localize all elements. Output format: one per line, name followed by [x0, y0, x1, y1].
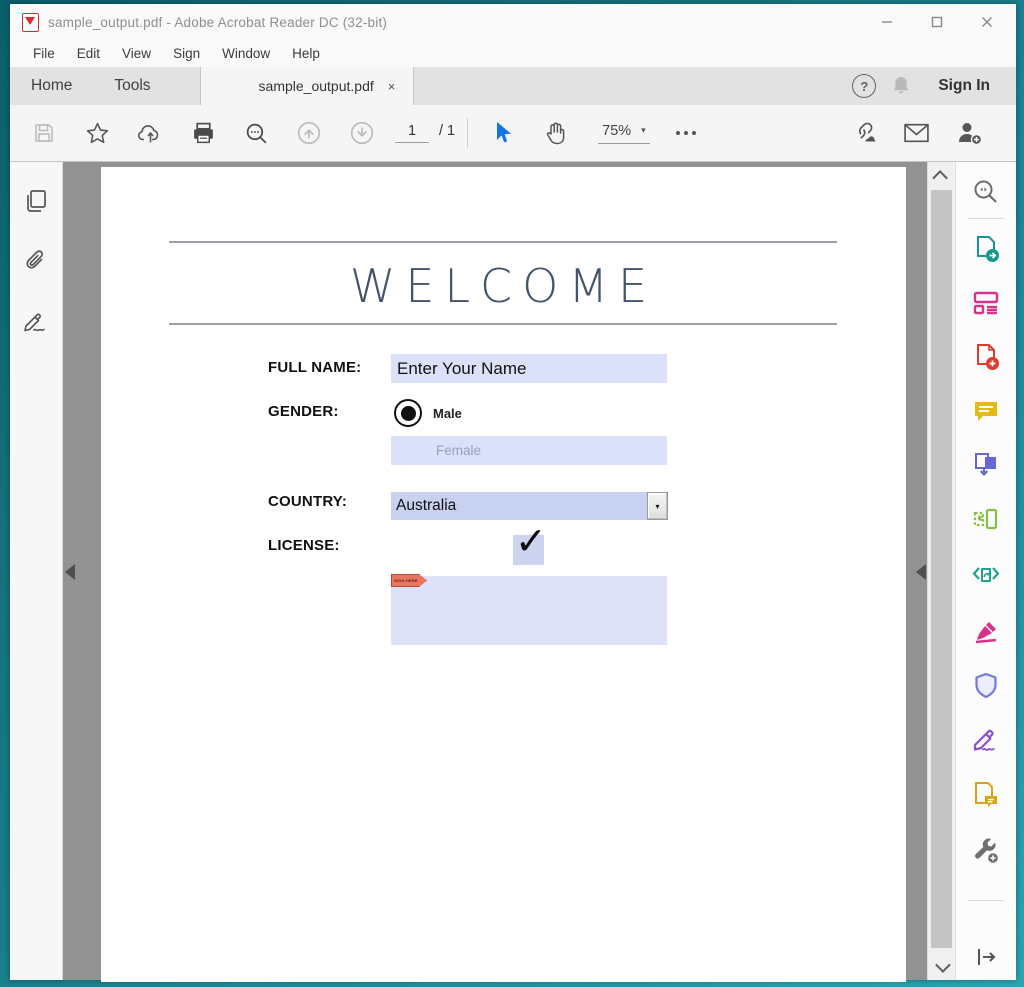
- more-options-icon[interactable]: [676, 131, 696, 135]
- fill-sign-icon[interactable]: [969, 615, 1003, 649]
- page-total-label: / 1: [439, 123, 455, 139]
- find-tool-icon[interactable]: [969, 175, 1003, 209]
- sign-here-label: SIGN HERE: [392, 578, 418, 583]
- cloud-upload-icon[interactable]: [130, 113, 170, 153]
- hand-tool-icon[interactable]: [535, 113, 575, 153]
- help-icon[interactable]: ?: [852, 74, 876, 98]
- request-signatures-icon[interactable]: [969, 778, 1003, 812]
- license-checkbox[interactable]: ✓: [513, 535, 544, 565]
- gender-male-option-label: Male: [433, 406, 462, 421]
- collapse-left-panel-icon[interactable]: [65, 564, 75, 580]
- window-title: sample_output.pdf - Adobe Acrobat Reader…: [48, 15, 862, 30]
- tab-close-icon[interactable]: ×: [388, 79, 396, 94]
- country-dropdown[interactable]: Australia ▾: [391, 492, 668, 520]
- pdf-page: WELCOME FULL NAME: Enter Your Name GENDE…: [101, 167, 906, 982]
- main-toolbar: 1 / 1 75% ▾: [10, 105, 1016, 162]
- scroll-down-icon[interactable]: [928, 954, 955, 978]
- tab-home[interactable]: Home: [10, 67, 93, 105]
- country-dropdown-button[interactable]: ▾: [647, 492, 668, 520]
- rail-divider: [968, 218, 1004, 219]
- gender-female-field[interactable]: Female: [391, 436, 667, 465]
- acrobat-window: sample_output.pdf - Adobe Acrobat Reader…: [10, 4, 1016, 980]
- menu-view[interactable]: View: [111, 40, 162, 67]
- license-label: LICENSE:: [268, 537, 340, 554]
- document-area[interactable]: WELCOME FULL NAME: Enter Your Name GENDE…: [63, 162, 927, 980]
- scroll-up-icon[interactable]: [928, 164, 955, 188]
- rail-divider: [968, 900, 1004, 901]
- tab-bar: Home Tools sample_output.pdf × ? Sign In: [10, 67, 1016, 105]
- sign-in-button[interactable]: Sign In: [926, 77, 1002, 95]
- protect-icon[interactable]: [969, 669, 1003, 703]
- notifications-bell-icon[interactable]: [884, 74, 918, 98]
- page-number-input[interactable]: 1: [395, 123, 429, 143]
- search-icon[interactable]: [236, 113, 276, 153]
- certificates-icon[interactable]: [969, 723, 1003, 757]
- full-name-field[interactable]: Enter Your Name: [391, 354, 667, 383]
- edit-pdf-icon[interactable]: [969, 286, 1003, 320]
- menu-window[interactable]: Window: [211, 40, 281, 67]
- comment-icon[interactable]: [969, 394, 1003, 428]
- signature-field[interactable]: SIGN HERE: [391, 576, 667, 645]
- pointer-tool-icon[interactable]: [482, 113, 522, 153]
- country-value: Australia: [391, 492, 647, 520]
- page-thumbnails-icon[interactable]: [19, 184, 53, 218]
- gender-label: GENDER:: [268, 403, 339, 420]
- more-tools-icon[interactable]: [969, 834, 1003, 868]
- organize-pages-icon[interactable]: [969, 503, 1003, 537]
- menu-bar: File Edit View Sign Window Help: [10, 40, 1016, 67]
- share-link-icon[interactable]: [843, 113, 883, 153]
- country-label: COUNTRY:: [268, 493, 347, 510]
- gender-male-radio[interactable]: [394, 399, 422, 427]
- create-pdf-icon[interactable]: [969, 340, 1003, 374]
- add-person-icon[interactable]: [949, 113, 989, 153]
- menu-help[interactable]: Help: [281, 40, 331, 67]
- open-pane-icon[interactable]: [969, 940, 1003, 974]
- vertical-scrollbar[interactable]: [927, 162, 955, 980]
- page-down-icon[interactable]: [342, 113, 382, 153]
- checkmark-icon: ✓: [515, 519, 547, 563]
- main-area: WELCOME FULL NAME: Enter Your Name GENDE…: [10, 162, 1016, 980]
- dropdown-caret-icon: ▾: [655, 502, 659, 511]
- export-pdf-icon[interactable]: [969, 232, 1003, 266]
- tab-tools[interactable]: Tools: [93, 67, 171, 105]
- star-icon[interactable]: [77, 113, 117, 153]
- signatures-icon[interactable]: [19, 304, 53, 338]
- attachments-icon[interactable]: [19, 244, 53, 278]
- compress-pdf-icon[interactable]: [969, 558, 1003, 592]
- zoom-level: 75%: [602, 123, 631, 139]
- menu-sign[interactable]: Sign: [162, 40, 211, 67]
- menu-edit[interactable]: Edit: [66, 40, 111, 67]
- form-title: WELCOME: [101, 259, 906, 313]
- sign-here-tag[interactable]: SIGN HERE: [391, 574, 427, 587]
- save-icon[interactable]: [24, 113, 64, 153]
- right-tools-rail: [955, 162, 1016, 980]
- toolbar-divider: [467, 118, 468, 148]
- adobe-pdf-icon: [22, 13, 39, 32]
- close-icon[interactable]: [962, 6, 1012, 38]
- minimize-icon[interactable]: [862, 6, 912, 38]
- zoom-dropdown[interactable]: 75% ▾: [598, 123, 650, 144]
- email-icon[interactable]: [896, 113, 936, 153]
- page-up-icon[interactable]: [289, 113, 329, 153]
- tab-document-label: sample_output.pdf: [259, 78, 374, 94]
- combine-files-icon[interactable]: [969, 448, 1003, 482]
- zoom-caret-icon: ▾: [641, 125, 646, 136]
- collapse-right-panel-icon[interactable]: [916, 564, 926, 580]
- title-bar: sample_output.pdf - Adobe Acrobat Reader…: [10, 4, 1016, 40]
- menu-file[interactable]: File: [22, 40, 66, 67]
- print-icon[interactable]: [183, 113, 223, 153]
- left-panel-rail: [10, 162, 63, 980]
- full-name-label: FULL NAME:: [268, 359, 361, 376]
- divider-line: [169, 323, 837, 325]
- maximize-icon[interactable]: [912, 6, 962, 38]
- scrollbar-thumb[interactable]: [931, 190, 952, 948]
- divider-line: [169, 241, 837, 243]
- tab-document[interactable]: sample_output.pdf ×: [200, 67, 415, 105]
